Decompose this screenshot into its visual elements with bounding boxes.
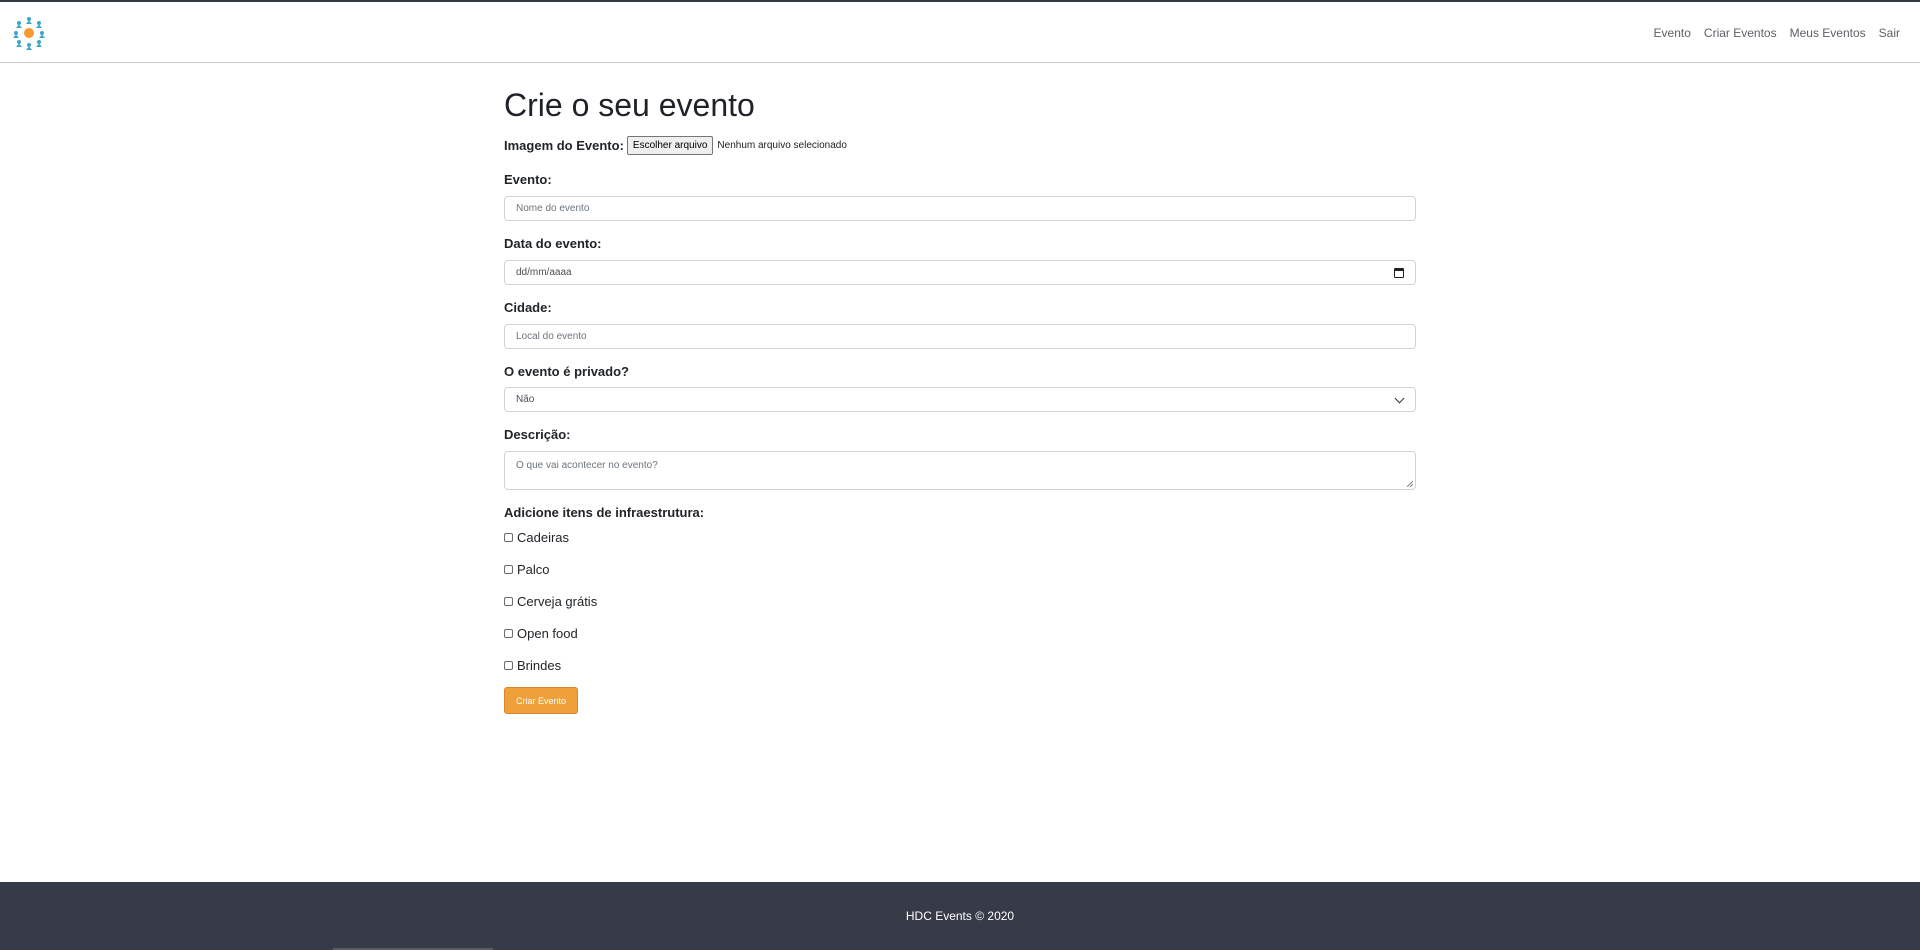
checkbox-cerveja[interactable] <box>504 597 513 606</box>
footer: HDC Events © 2020 <box>0 882 1920 950</box>
people-network-icon <box>13 17 45 50</box>
infra-item-brindes: Brindes <box>504 658 561 673</box>
event-date-placeholder: dd/mm/aaaa <box>516 267 572 278</box>
nav-link-criar-eventos[interactable]: Criar Eventos <box>1704 26 1777 40</box>
event-name-input[interactable]: Nome do evento <box>504 196 1416 221</box>
city-placeholder: Local do evento <box>516 331 587 342</box>
choose-file-button[interactable]: Escolher arquivo <box>626 135 714 155</box>
description-label: Descrição: <box>504 427 571 442</box>
city-input[interactable]: Local do evento <box>504 324 1416 349</box>
checkbox-label: Brindes <box>517 658 562 673</box>
infra-item-cadeiras: Cadeiras <box>504 530 569 545</box>
navbar: Evento Criar Eventos Meus Eventos Sair <box>0 2 1920 63</box>
infra-item-palco: Palco <box>504 562 550 577</box>
description-placeholder: O que vai acontecer no evento? <box>516 460 658 471</box>
nav-menu: Evento Criar Eventos Meus Eventos Sair <box>1641 2 1900 63</box>
checkbox-palco[interactable] <box>504 565 513 574</box>
nav-link-evento[interactable]: Evento <box>1654 26 1691 40</box>
date-label: Data do evento: <box>504 236 602 251</box>
checkbox-open-food[interactable] <box>504 629 513 638</box>
image-label: Imagem do Evento: <box>504 137 624 153</box>
create-event-button[interactable]: Criar Evento <box>504 687 578 714</box>
resize-handle-icon[interactable] <box>1406 480 1413 487</box>
event-name-placeholder: Nome do evento <box>516 203 590 214</box>
description-textarea[interactable]: O que vai acontecer no evento? <box>504 451 1416 490</box>
page-title: Crie o seu evento <box>504 87 755 123</box>
logo[interactable] <box>13 16 45 50</box>
event-label: Evento: <box>504 172 552 187</box>
infra-item-cerveja: Cerveja grátis <box>504 594 597 609</box>
infra-label: Adicione itens de infraestrutura: <box>504 505 705 520</box>
file-status: Nenhum arquivo selecionado <box>717 139 847 151</box>
private-select-value: Não <box>516 394 535 405</box>
footer-copyright: HDC Events © 2020 <box>905 909 1015 923</box>
infra-item-open-food: Open food <box>504 626 578 641</box>
image-upload-row: Imagem do Evento: Escolher arquivo Nenhu… <box>504 135 847 155</box>
checkbox-label: Cerveja grátis <box>517 594 598 609</box>
event-date-input[interactable]: dd/mm/aaaa <box>504 260 1416 285</box>
checkbox-cadeiras[interactable] <box>504 533 513 542</box>
nav-link-meus-eventos[interactable]: Meus Eventos <box>1790 26 1866 40</box>
checkbox-label: Palco <box>517 562 550 577</box>
private-select[interactable]: Não <box>504 387 1416 412</box>
checkbox-brindes[interactable] <box>504 661 513 670</box>
checkbox-label: Cadeiras <box>517 530 570 545</box>
private-label: O evento é privado? <box>504 364 629 379</box>
chevron-down-icon <box>1394 393 1405 404</box>
city-label: Cidade: <box>504 300 552 315</box>
calendar-icon[interactable] <box>1394 268 1404 278</box>
nav-link-sair[interactable]: Sair <box>1879 26 1900 40</box>
checkbox-label: Open food <box>517 626 578 641</box>
